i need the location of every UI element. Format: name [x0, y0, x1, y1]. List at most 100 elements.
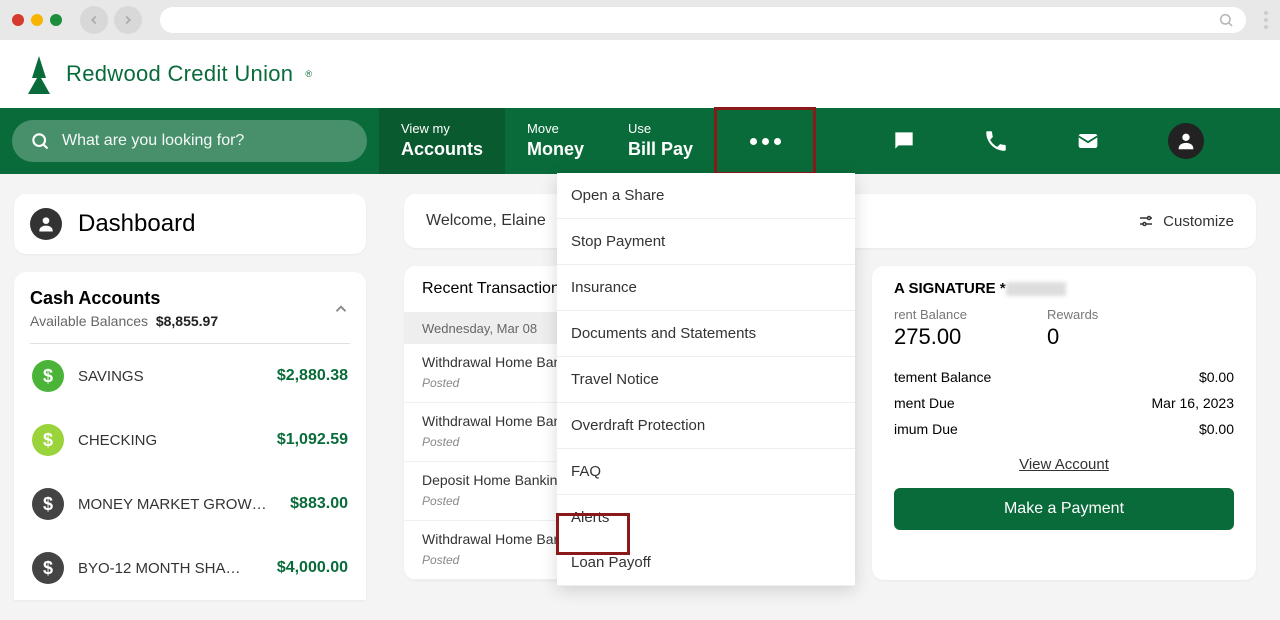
make-payment-button[interactable]: Make a Payment	[894, 488, 1234, 530]
nav-more-button[interactable]	[715, 108, 815, 174]
line-label: imum Due	[894, 421, 958, 437]
card-line: ment Due Mar 16, 2023	[894, 390, 1234, 416]
sidebar: Dashboard Cash Accounts Available Balanc…	[0, 174, 380, 620]
line-value: $0.00	[1199, 421, 1234, 437]
card-title-prefix: A SIGNATURE *	[894, 280, 1006, 297]
view-account-link[interactable]: View Account	[894, 456, 1234, 474]
account-amount: $4,000.00	[277, 559, 348, 577]
nav-tab-large: Accounts	[401, 138, 483, 161]
browser-menu-icon[interactable]	[1264, 11, 1268, 29]
dropdown-item-open-share[interactable]: Open a Share	[557, 173, 855, 219]
dashboard-card[interactable]: Dashboard	[14, 194, 366, 254]
account-row[interactable]: $ CHECKING $1,092.59	[30, 408, 350, 472]
dropdown-item-loan-payoff[interactable]: Loan Payoff	[557, 540, 855, 586]
cash-sub-value: $8,855.97	[156, 313, 218, 329]
more-icon	[750, 138, 781, 145]
view-account-text[interactable]: View Account	[1019, 456, 1109, 473]
current-balance-value: 275.00	[894, 324, 967, 350]
chevron-up-icon[interactable]	[332, 300, 350, 318]
cash-sub: Available Balances $8,855.97	[30, 313, 218, 329]
search-icon	[30, 131, 50, 151]
make-payment-label: Make a Payment	[1004, 500, 1124, 517]
line-value: Mar 16, 2023	[1152, 395, 1235, 411]
nav-tab-billpay[interactable]: Use Bill Pay	[606, 108, 715, 174]
site-search[interactable]	[12, 120, 367, 162]
cash-accounts-header[interactable]: Cash Accounts Available Balances $8,855.…	[30, 288, 350, 344]
mail-icon[interactable]	[1074, 127, 1102, 155]
profile-button[interactable]	[1168, 123, 1204, 159]
nav-tab-small: View my	[401, 121, 483, 138]
customize-label: Customize	[1163, 213, 1234, 230]
customize-button[interactable]: Customize	[1137, 212, 1234, 230]
card-line: tement Balance $0.00	[894, 364, 1234, 390]
rewards-label: Rewards	[1047, 307, 1098, 322]
dollar-icon: $	[32, 424, 64, 456]
logo-bar: Redwood Credit Union ®	[0, 40, 1280, 108]
account-row[interactable]: $ SAVINGS $2,880.38	[30, 344, 350, 408]
nav-tab-large: Bill Pay	[628, 138, 693, 161]
dollar-icon: $	[32, 552, 64, 584]
dropdown-item-travel-notice[interactable]: Travel Notice	[557, 357, 855, 403]
main-content: Welcome, Elaine Last Customize Recent Tr…	[380, 174, 1280, 620]
dropdown-item-alerts[interactable]: Alerts	[557, 495, 855, 540]
browser-forward-button[interactable]	[114, 6, 142, 34]
account-name: MONEY MARKET GROW…	[78, 496, 276, 513]
account-row[interactable]: $ MONEY MARKET GROW… $883.00	[30, 472, 350, 536]
account-name: SAVINGS	[78, 368, 263, 385]
brand-name: Redwood Credit Union	[66, 61, 293, 87]
traffic-lights	[12, 14, 62, 26]
redacted-text	[1006, 282, 1066, 296]
nav-icons	[815, 108, 1280, 174]
rewards-value: 0	[1047, 324, 1098, 350]
welcome-greeting: Welcome, Elaine	[426, 212, 546, 230]
nav-tabs: View my Accounts Move Money Use Bill Pay	[379, 108, 715, 174]
dropdown-item-faq[interactable]: FAQ	[557, 449, 855, 495]
dropdown-item-insurance[interactable]: Insurance	[557, 265, 855, 311]
avatar-icon	[1168, 123, 1204, 159]
chat-icon[interactable]	[891, 128, 917, 154]
brand-logo[interactable]: Redwood Credit Union ®	[24, 54, 312, 94]
line-value: $0.00	[1199, 369, 1234, 385]
logo-tree-icon	[24, 54, 54, 94]
account-amount: $883.00	[290, 495, 348, 513]
account-name: CHECKING	[78, 432, 263, 449]
nav-tab-money[interactable]: Move Money	[505, 108, 606, 174]
credit-card-panel: A SIGNATURE * rent Balance 275.00 Reward…	[872, 266, 1256, 580]
cash-accounts-card: Cash Accounts Available Balances $8,855.…	[14, 272, 366, 600]
dropdown-item-documents[interactable]: Documents and Statements	[557, 311, 855, 357]
line-label: tement Balance	[894, 369, 991, 385]
dollar-icon: $	[32, 488, 64, 520]
nav-tab-large: Money	[527, 138, 584, 161]
url-bar[interactable]	[160, 7, 1246, 33]
dashboard-title: Dashboard	[78, 210, 195, 238]
registered-mark: ®	[305, 69, 312, 79]
account-amount: $2,880.38	[277, 367, 348, 385]
search-icon	[1218, 12, 1234, 28]
dollar-icon: $	[32, 360, 64, 392]
main-navbar: View my Accounts Move Money Use Bill Pay	[0, 108, 1280, 174]
window-maximize-icon[interactable]	[50, 14, 62, 26]
more-dropdown: Open a Share Stop Payment Insurance Docu…	[557, 173, 855, 586]
cash-sub-label: Available Balances	[30, 313, 148, 329]
dropdown-item-stop-payment[interactable]: Stop Payment	[557, 219, 855, 265]
person-icon	[30, 208, 62, 240]
phone-icon[interactable]	[983, 128, 1009, 154]
cash-title: Cash Accounts	[30, 288, 218, 309]
search-input[interactable]	[62, 132, 349, 150]
nav-tab-accounts[interactable]: View my Accounts	[379, 108, 505, 174]
dropdown-item-overdraft[interactable]: Overdraft Protection	[557, 403, 855, 449]
window-close-icon[interactable]	[12, 14, 24, 26]
window-minimize-icon[interactable]	[31, 14, 43, 26]
sliders-icon	[1137, 212, 1155, 230]
account-row[interactable]: $ BYO-12 MONTH SHA… $4,000.00	[30, 536, 350, 600]
card-line: imum Due $0.00	[894, 416, 1234, 442]
card-title: A SIGNATURE *	[894, 280, 1234, 297]
browser-chrome	[0, 0, 1280, 40]
account-amount: $1,092.59	[277, 431, 348, 449]
account-list: $ SAVINGS $2,880.38 $ CHECKING $1,092.59…	[30, 344, 350, 600]
account-name: BYO-12 MONTH SHA…	[78, 560, 263, 577]
line-label: ment Due	[894, 395, 955, 411]
browser-back-button[interactable]	[80, 6, 108, 34]
nav-tab-small: Use	[628, 121, 693, 138]
browser-nav-arrows	[80, 6, 142, 34]
